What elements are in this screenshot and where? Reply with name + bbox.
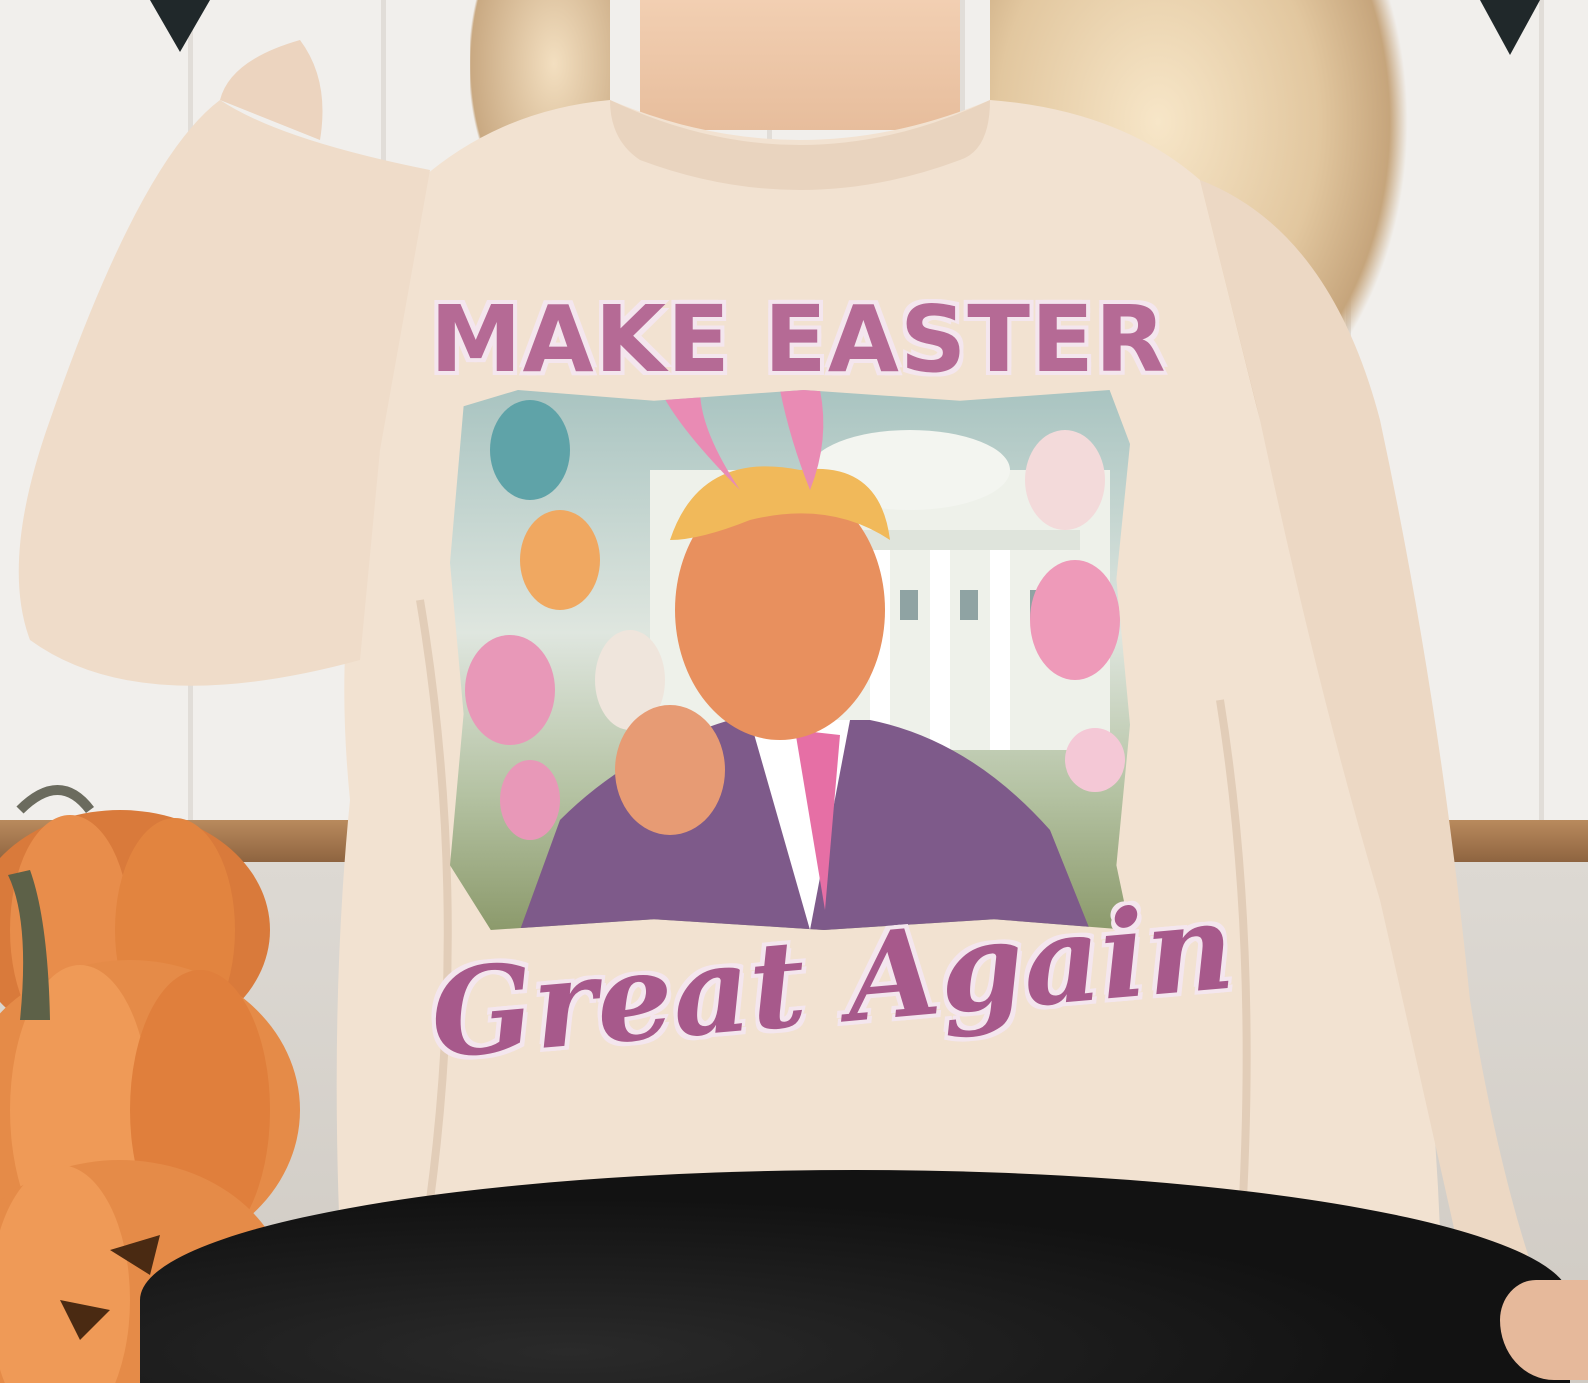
- print-scene: [450, 390, 1130, 930]
- product-photo: MAKE EASTER Great Again: [0, 0, 1588, 1383]
- print-illustration: [465, 390, 1125, 930]
- graphic-print: MAKE EASTER Great Again: [425, 270, 1239, 1086]
- headline-text: MAKE EASTER: [430, 286, 1167, 393]
